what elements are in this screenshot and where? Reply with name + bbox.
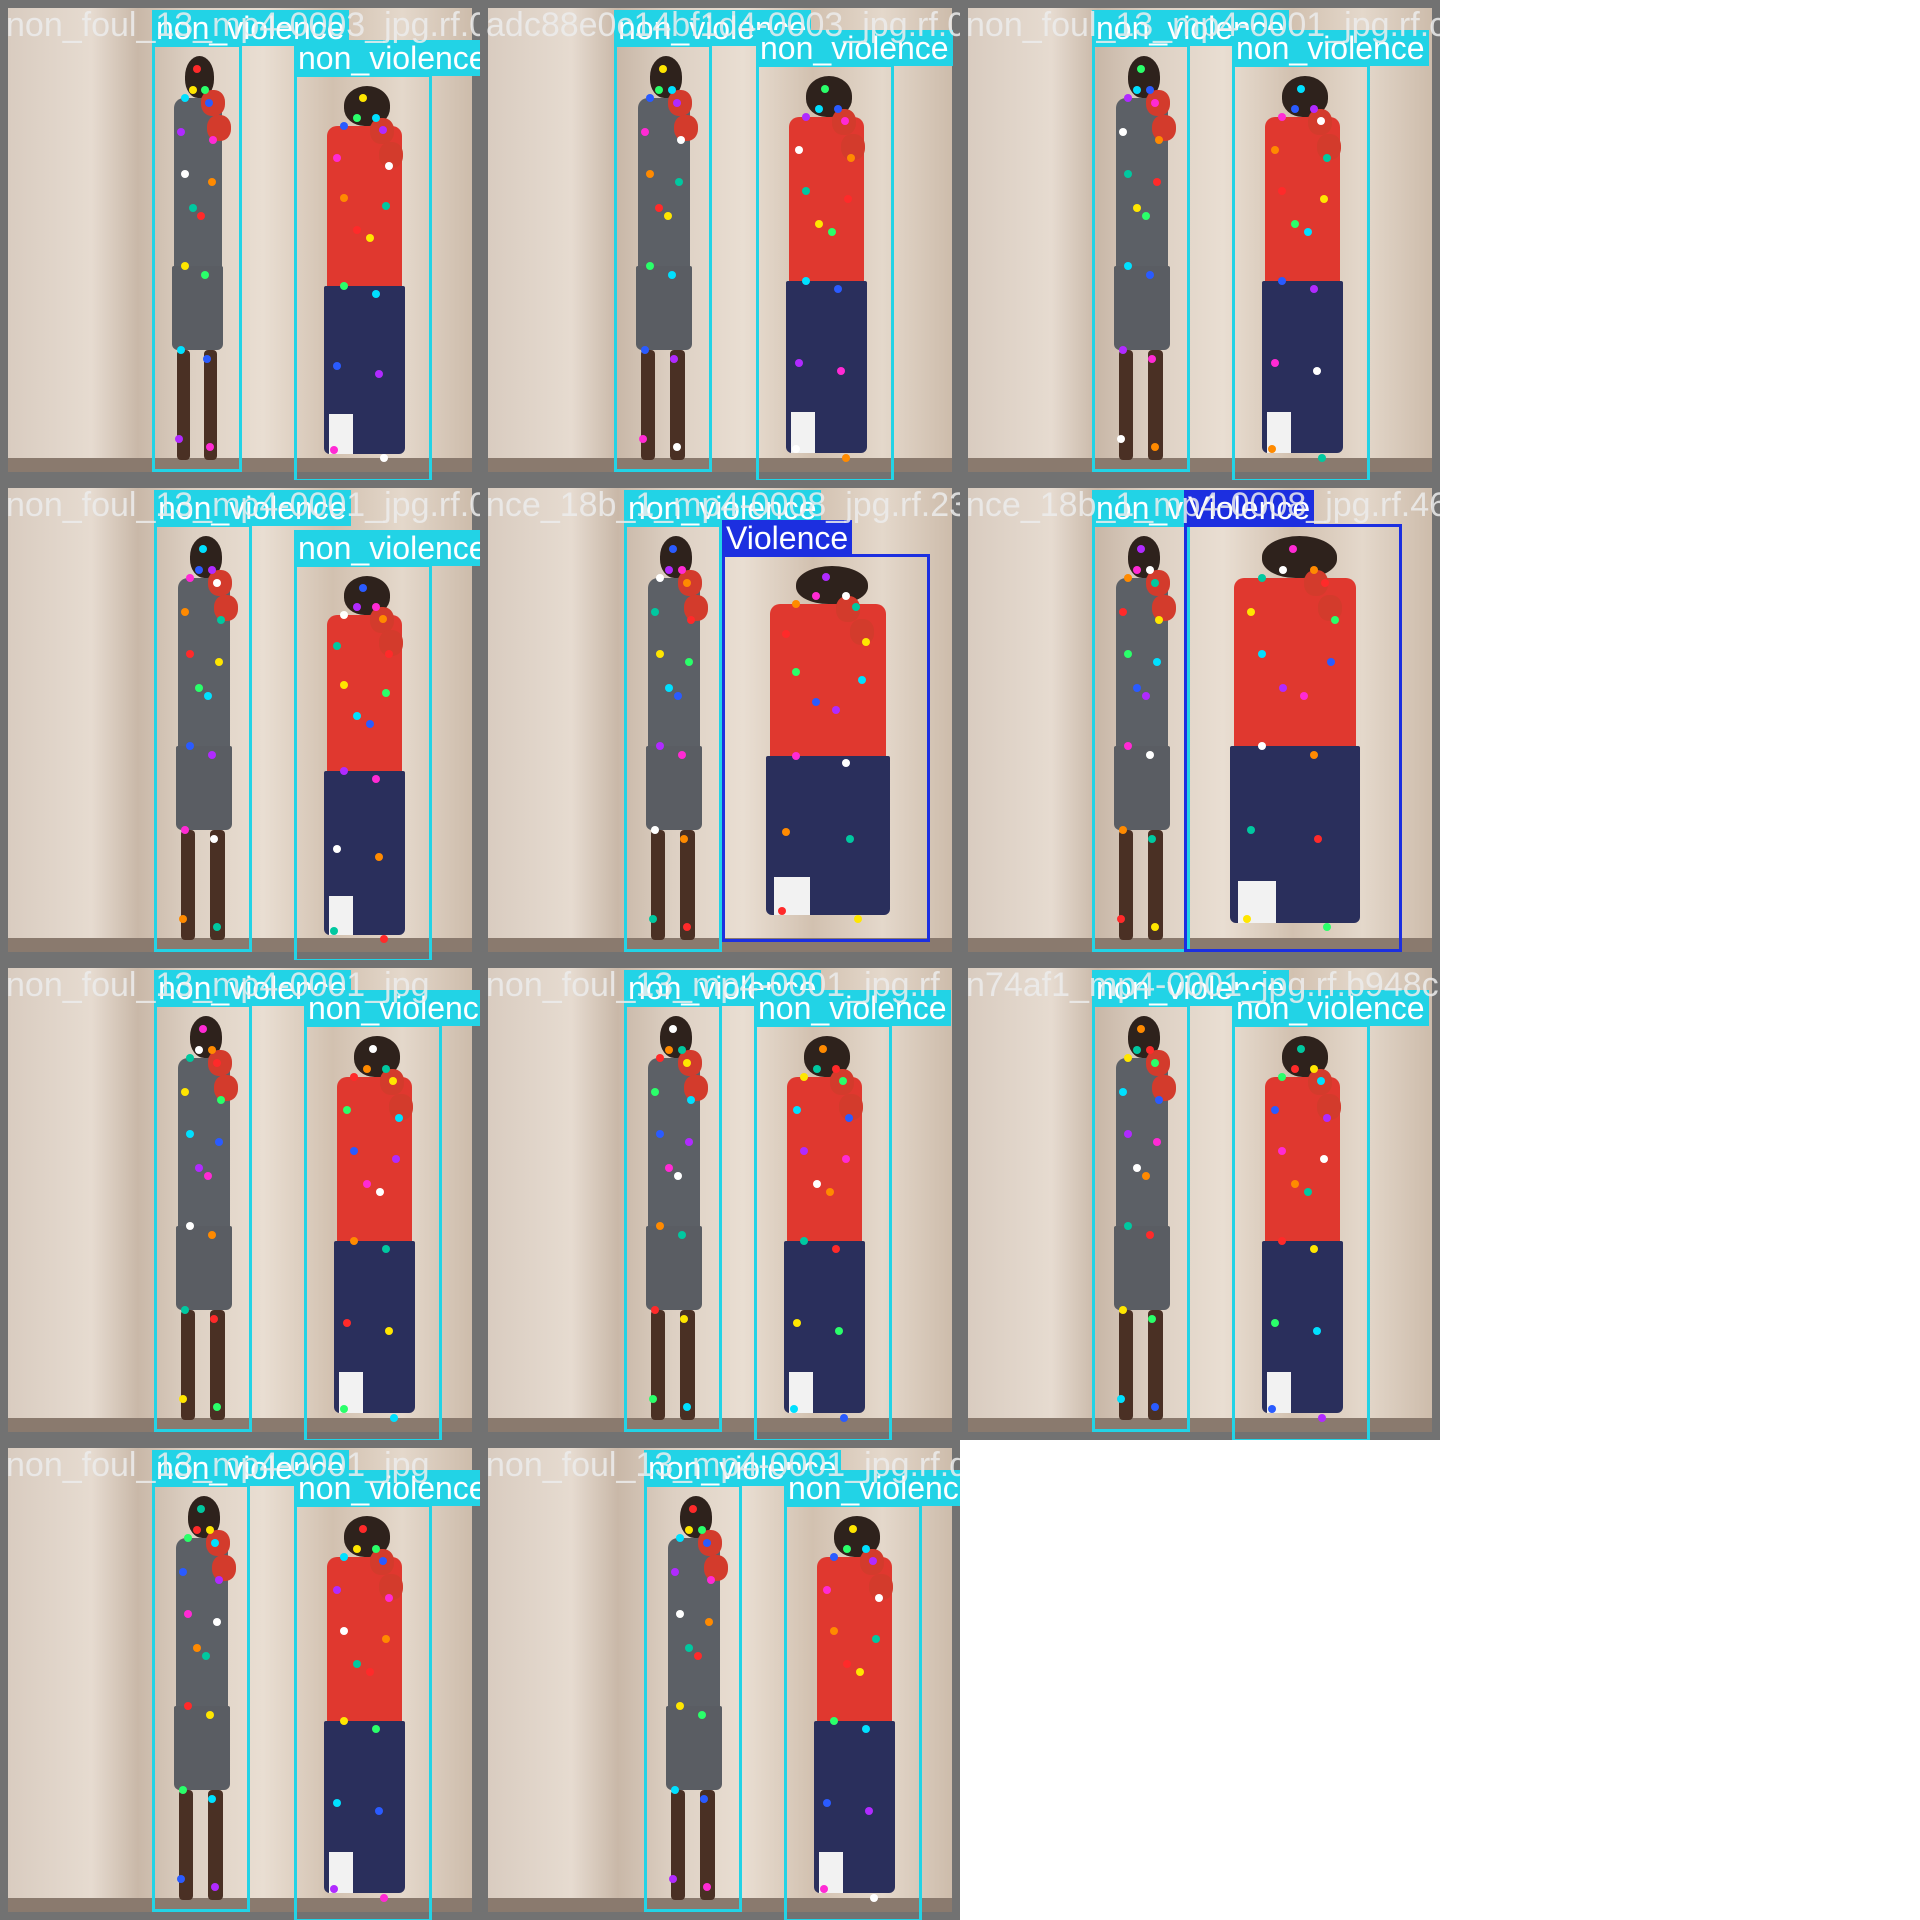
detection-label: non_violence <box>154 490 351 526</box>
mosaic-tile: non_violenceViolencence_18b_1_mp4-0008_j… <box>960 480 1440 960</box>
mosaic-tile: non_violence non_violence non_foul_13_mp4-… <box>0 960 480 1440</box>
non-violence-bounding-box <box>756 64 894 480</box>
non-violence-bounding-box <box>294 74 432 480</box>
detection-label: Violence <box>1184 490 1315 526</box>
mosaic-tile: non_violence non_violence n74af1_mp4-0001_… <box>960 960 1440 1440</box>
non-violence-bounding-box <box>754 1024 892 1440</box>
non-violence-bounding-box <box>152 1484 250 1912</box>
mosaic-tile: non_violence non_violence non_foul_13_mp4-… <box>0 0 480 480</box>
non-violence-bounding-box <box>152 44 242 472</box>
mosaic-tile: non_violence non_violence non_foul_13_mp4-… <box>960 0 1440 480</box>
non-violence-bounding-box <box>294 564 432 960</box>
detection-mosaic: non_violence non_violence non_foul_13_mp4-… <box>0 0 1920 1920</box>
non-violence-bounding-box <box>624 1004 722 1432</box>
detection-label: non_violence <box>294 40 480 76</box>
non-violence-bounding-box <box>154 524 252 952</box>
mosaic-tile: non_violenceViolencence_18b_1_mp4-0008_j… <box>480 480 960 960</box>
non-violence-bounding-box <box>1232 64 1370 480</box>
non-violence-bounding-box <box>304 1024 442 1440</box>
non-violence-bounding-box <box>1092 1004 1190 1432</box>
violence-bounding-box <box>1184 524 1402 952</box>
non-violence-bounding-box <box>294 1504 432 1920</box>
detection-label: non_violence <box>294 530 480 566</box>
detection-label: non_violence <box>754 990 951 1026</box>
detection-label: non_violence <box>1232 990 1429 1026</box>
mosaic-tile: non_violence non_violence non_foul_13_mp4-… <box>480 1440 960 1920</box>
non-violence-bounding-box <box>154 1004 252 1432</box>
non-violence-bounding-box <box>1232 1024 1370 1440</box>
detection-label: non_violence <box>756 30 953 66</box>
violence-bounding-box <box>722 554 930 942</box>
mosaic-tile: non_violence non_violence adc88e0c14bf1d4-… <box>480 0 960 480</box>
detection-label: non_violence <box>294 1470 480 1506</box>
detection-label: non_violence <box>784 1470 960 1506</box>
non-violence-bounding-box <box>614 44 712 472</box>
non-violence-bounding-box <box>644 1484 742 1912</box>
detection-label: non_violence <box>1232 30 1429 66</box>
detection-label: non_violence <box>304 990 480 1026</box>
non-violence-bounding-box <box>1092 524 1190 952</box>
mosaic-tile: non_violence non_violence non_foul_13_mp4-… <box>0 1440 480 1920</box>
non-violence-bounding-box <box>624 524 722 952</box>
detection-label: Violence <box>722 520 853 556</box>
non-violence-bounding-box <box>1092 44 1190 472</box>
non-violence-bounding-box <box>784 1504 922 1920</box>
mosaic-tile: non_violence non_violence non_foul_13_mp4-… <box>480 960 960 1440</box>
mosaic-tile: non_violence non_violence non_foul_13_mp4-… <box>0 480 480 960</box>
